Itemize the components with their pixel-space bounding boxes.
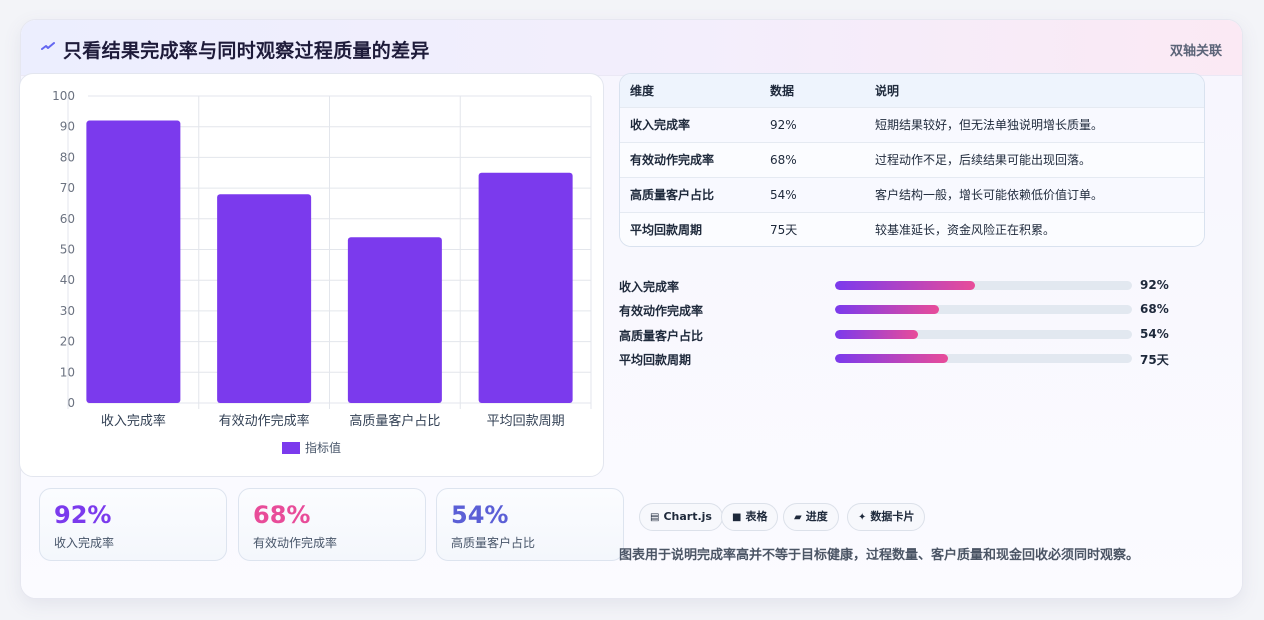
y-tick-label: 90 bbox=[60, 120, 75, 134]
row-desc: 过程动作不足，后续结果可能出现回落。 bbox=[875, 153, 1092, 167]
row-value: 75天 bbox=[770, 223, 798, 238]
y-tick-label: 40 bbox=[60, 273, 75, 287]
kpi-card: 54% 高质量客户占比 bbox=[436, 488, 624, 561]
x-tick-label: 有效动作完成率 bbox=[219, 413, 310, 429]
kpi-value: 68% bbox=[253, 501, 311, 529]
table-icon: ■ bbox=[732, 512, 742, 523]
x-tick-label: 平均回款周期 bbox=[487, 414, 565, 429]
tag-label: 表格 bbox=[745, 510, 768, 523]
progress-track bbox=[835, 354, 1132, 363]
mode-badge[interactable]: 双轴关联 bbox=[1170, 40, 1222, 59]
progress-label: 平均回款周期 bbox=[619, 353, 692, 367]
y-tick-label: 60 bbox=[60, 212, 75, 226]
sparkle-icon: ✦ bbox=[858, 512, 867, 523]
progress-row: 收入完成率 92% bbox=[619, 276, 1179, 296]
kpi-label: 收入完成率 bbox=[54, 536, 115, 550]
progress-fill bbox=[835, 305, 939, 314]
tag-chip[interactable]: ✦ 数据卡片 bbox=[847, 503, 926, 531]
data-table: 维度 数据 说明 收入完成率 92% 短期结果较好，但无法单独说明增长质量。 有… bbox=[619, 73, 1205, 247]
row-value: 54% bbox=[770, 187, 797, 202]
x-tick-label: 收入完成率 bbox=[101, 413, 166, 429]
progress-track bbox=[835, 330, 1132, 339]
header-data: 数据 bbox=[770, 83, 795, 98]
page-title: 只看结果完成率与同时观察过程质量的差异 bbox=[63, 40, 430, 62]
row-dimension: 平均回款周期 bbox=[630, 223, 703, 238]
row-value: 68% bbox=[770, 152, 797, 167]
row-value: 92% bbox=[770, 117, 797, 132]
progress-value: 68% bbox=[1140, 302, 1169, 316]
kpi-label: 有效动作完成率 bbox=[253, 536, 338, 550]
progress-row: 有效动作完成率 68% bbox=[619, 300, 1179, 320]
tag-chip[interactable]: ▤ Chart.js bbox=[639, 503, 723, 531]
y-tick-label: 0 bbox=[67, 396, 75, 410]
header-desc: 说明 bbox=[875, 83, 900, 98]
progress-value: 54% bbox=[1140, 327, 1169, 341]
y-tick-label: 20 bbox=[60, 335, 75, 349]
table-header-row: 维度 数据 说明 bbox=[620, 74, 1204, 107]
bar-chart: 0 10 20 30 40 50 60 70 80 90 100 收入完成率 有效动作完成率 高质量客户占… bbox=[52, 89, 592, 455]
progress-track bbox=[835, 281, 1132, 290]
kpi-value: 54% bbox=[451, 501, 509, 529]
bar bbox=[478, 172, 573, 403]
chart-icon: ▤ bbox=[650, 512, 660, 523]
progress-row: 高质量客户占比 54% bbox=[619, 325, 1179, 345]
table-row: 收入完成率 92% 短期结果较好，但无法单独说明增长质量。 bbox=[620, 107, 1204, 142]
progress-fill bbox=[835, 281, 975, 290]
row-dimension: 高质量客户占比 bbox=[630, 188, 715, 202]
progress-row: 平均回款周期 75天 bbox=[619, 349, 1179, 369]
progress-value: 75天 bbox=[1140, 353, 1169, 367]
bar bbox=[86, 120, 181, 403]
bar bbox=[347, 237, 442, 403]
card-header: 只看结果完成率与同时观察过程质量的差异 双轴关联 bbox=[21, 20, 1242, 76]
header-dimension: 维度 bbox=[630, 83, 655, 98]
bar bbox=[217, 194, 312, 403]
row-desc: 较基准延长，资金风险正在积累。 bbox=[875, 223, 1056, 238]
y-tick-label: 100 bbox=[52, 89, 75, 103]
tag-chip[interactable]: ▰ 进度 bbox=[783, 503, 839, 531]
row-dimension: 收入完成率 bbox=[630, 118, 691, 132]
tag-label: 数据卡片 bbox=[870, 510, 915, 523]
table-row: 高质量客户占比 54% 客户结构一般，增长可能依赖低价值订单。 bbox=[620, 177, 1204, 212]
legend-label: 指标值 bbox=[305, 440, 341, 455]
tag-label: 进度 bbox=[805, 510, 828, 523]
spark-icon bbox=[41, 42, 55, 50]
y-tick-label: 50 bbox=[60, 243, 75, 257]
row-dimension: 有效动作完成率 bbox=[630, 153, 715, 167]
progress-fill bbox=[835, 354, 948, 363]
tag-label: Chart.js bbox=[663, 510, 712, 523]
kpi-label: 高质量客户占比 bbox=[451, 536, 536, 550]
kpi-card: 92% 收入完成率 bbox=[39, 488, 227, 561]
y-tick-label: 70 bbox=[60, 181, 75, 195]
progress-track bbox=[835, 305, 1132, 314]
footnote: 图表用于说明完成率高并不等于目标健康，过程数量、客户质量和现金回收必须同时观察。 bbox=[619, 548, 1140, 563]
kpi-card: 68% 有效动作完成率 bbox=[238, 488, 426, 561]
progress-icon: ▰ bbox=[794, 512, 802, 523]
kpi-value: 92% bbox=[54, 501, 112, 529]
progress-label: 高质量客户占比 bbox=[619, 329, 704, 343]
tag-chip[interactable]: ■ 表格 bbox=[721, 503, 779, 531]
bar-chart-panel: 0 10 20 30 40 50 60 70 80 90 100 收入完成率 有效动作完成率 高质量客户占… bbox=[19, 73, 604, 477]
table-row: 有效动作完成率 68% 过程动作不足，后续结果可能出现回落。 bbox=[620, 142, 1204, 177]
y-tick-label: 80 bbox=[60, 150, 75, 164]
y-tick-label: 10 bbox=[60, 365, 75, 379]
progress-label: 有效动作完成率 bbox=[619, 304, 704, 318]
legend-swatch bbox=[282, 442, 300, 454]
progress-fill bbox=[835, 330, 919, 339]
row-desc: 客户结构一般，增长可能依赖低价值订单。 bbox=[875, 188, 1104, 202]
x-tick-label: 高质量客户占比 bbox=[349, 413, 440, 429]
table-row: 平均回款周期 75天 较基准延长，资金风险正在积累。 bbox=[620, 212, 1204, 246]
progress-label: 收入完成率 bbox=[619, 280, 680, 294]
row-desc: 短期结果较好，但无法单独说明增长质量。 bbox=[875, 118, 1104, 132]
progress-value: 92% bbox=[1140, 278, 1169, 292]
y-tick-label: 30 bbox=[60, 304, 75, 318]
